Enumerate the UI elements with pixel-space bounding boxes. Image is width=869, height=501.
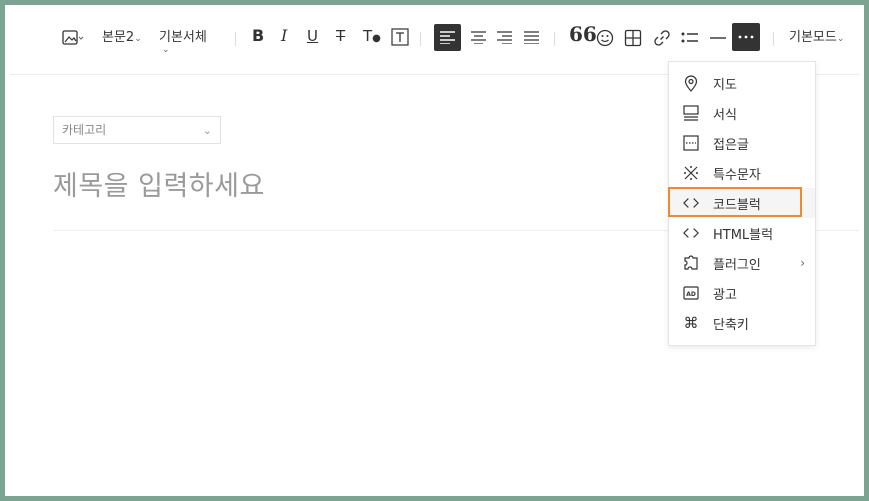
underline-icon[interactable]: U — [307, 28, 318, 44]
menu-item-plugin[interactable]: 플러그인 › — [669, 248, 815, 278]
more-menu: 지도 서식 접은글 특수문자 코드블럭 HTML블럭 플러그인 › AD 광고 … — [668, 61, 816, 346]
category-select[interactable]: 카테고리 ⌄ — [53, 116, 221, 144]
text-color-icon[interactable]: T● — [363, 28, 381, 47]
emoji-icon[interactable] — [596, 29, 614, 47]
italic-icon[interactable]: I — [281, 28, 287, 44]
chevron-right-icon: › — [800, 256, 805, 270]
menu-item-label: 지도 — [713, 77, 737, 93]
menu-item-label: 코드블럭 — [713, 197, 761, 213]
menu-item-special-char[interactable]: 특수문자 — [669, 158, 815, 188]
map-pin-icon — [683, 74, 699, 92]
toolbar-divider — [420, 32, 421, 46]
text-background-icon[interactable] — [391, 28, 409, 46]
menu-item-label: 특수문자 — [713, 167, 761, 183]
fold-icon — [683, 135, 699, 151]
menu-item-shortcut[interactable]: ⌘ 단축키 — [669, 308, 815, 338]
strikethrough-icon[interactable]: T — [336, 28, 345, 44]
code-icon — [683, 195, 699, 211]
mode-label: 기본모드 — [789, 30, 837, 45]
chevron-down-icon: ⌄ — [836, 34, 845, 44]
menu-item-ad[interactable]: AD 광고 — [669, 278, 815, 308]
align-left-icon[interactable] — [434, 24, 461, 51]
menu-item-label: 서식 — [713, 107, 737, 123]
menu-item-label: 광고 — [713, 287, 737, 303]
svg-text:AD: AD — [686, 291, 696, 298]
html-icon — [683, 225, 699, 241]
menu-item-code-block[interactable]: 코드블럭 — [669, 188, 815, 218]
command-icon: ⌘ — [683, 314, 699, 332]
menu-item-label: 단축키 — [713, 317, 749, 333]
toolbar-divider — [235, 32, 236, 46]
horizontal-line-icon[interactable] — [709, 30, 727, 46]
paragraph-style-label: 본문2 — [102, 30, 135, 45]
plugin-icon — [683, 255, 699, 271]
menu-item-template[interactable]: 서식 — [669, 98, 815, 128]
align-right-icon[interactable] — [491, 24, 518, 51]
table-icon[interactable] — [624, 29, 642, 47]
menu-item-html-block[interactable]: HTML블럭 — [669, 218, 815, 248]
link-icon[interactable] — [653, 29, 671, 47]
bold-icon[interactable]: B — [252, 28, 264, 44]
list-icon[interactable] — [681, 30, 699, 46]
quote-icon[interactable]: 66 — [569, 24, 597, 44]
template-icon — [683, 105, 699, 121]
special-char-icon — [683, 165, 699, 181]
chevron-down-icon: ⌄ — [162, 45, 170, 55]
align-justify-icon[interactable] — [518, 24, 545, 51]
title-input[interactable]: 제목을 입력하세요 — [53, 164, 265, 203]
menu-item-label: 접은글 — [713, 137, 749, 153]
menu-item-label: HTML블럭 — [713, 227, 774, 243]
menu-item-label: 플러그인 — [713, 257, 761, 273]
align-center-icon[interactable] — [465, 24, 492, 51]
paragraph-style-dropdown[interactable]: 본문2⌄ — [102, 30, 142, 47]
menu-item-fold[interactable]: 접은글 — [669, 128, 815, 158]
mode-dropdown[interactable]: 기본모드⌄ — [789, 30, 844, 47]
font-family-dropdown[interactable]: 기본서체 ⌄ — [159, 30, 207, 55]
image-icon[interactable] — [62, 30, 84, 46]
toolbar-divider — [773, 32, 774, 46]
toolbar-divider — [554, 32, 555, 46]
chevron-down-icon: ⌄ — [202, 124, 212, 137]
category-placeholder: 카테고리 — [62, 123, 107, 137]
more-icon[interactable] — [732, 23, 760, 51]
chevron-down-icon: ⌄ — [134, 34, 142, 44]
menu-item-map[interactable]: 지도 — [669, 68, 815, 98]
ad-icon: AD — [683, 285, 699, 301]
